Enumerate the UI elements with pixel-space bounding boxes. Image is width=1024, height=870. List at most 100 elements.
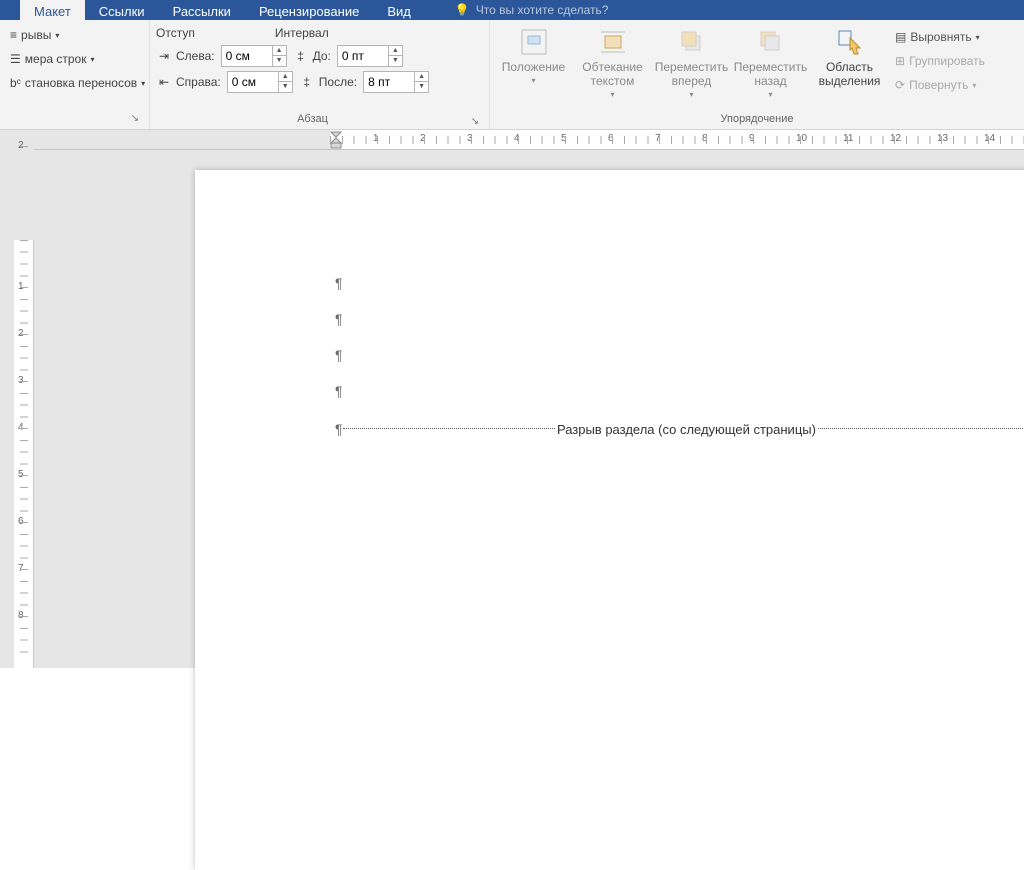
align-button[interactable]: ▤ Выровнять ▾	[891, 26, 989, 48]
position-button[interactable]: Положение▾	[496, 24, 571, 109]
chevron-up-icon[interactable]: ▲	[273, 46, 286, 56]
pilcrow-icon: ¶	[335, 421, 343, 437]
align-icon: ▤	[895, 30, 906, 44]
spacing-after-label: После:	[319, 75, 357, 89]
bring-forward-label: Переместить вперед	[654, 60, 729, 88]
selection-pane-label: Область выделения	[812, 60, 887, 88]
ribbon: ≡ рывы ▾ ☰ мера строк ▾ bᶜ становка пере…	[0, 20, 1024, 130]
chevron-down-icon: ▾	[976, 33, 980, 42]
indent-right-input[interactable]	[228, 72, 278, 92]
document-page[interactable]: ¶ ¶ ¶ ¶ ¶ Разрыв раздела (со следующей с…	[195, 170, 1024, 870]
line-numbers-icon: ☰	[10, 52, 21, 66]
spacing-after-input[interactable]	[364, 72, 414, 92]
dialog-launcher-icon[interactable]: ↘	[469, 112, 483, 126]
rotate-icon: ⟳	[895, 78, 905, 92]
section-break-line	[343, 428, 555, 430]
spacing-before-icon: ‡	[293, 48, 309, 64]
wrap-text-icon	[597, 26, 629, 58]
spacing-after-icon: ‡	[299, 74, 315, 90]
chevron-down-icon: ▾	[531, 74, 535, 88]
selection-pane-icon	[834, 26, 866, 58]
hyphenation-label: становка переносов	[25, 76, 137, 90]
paragraph-group-label: Абзац	[156, 109, 469, 129]
tell-me-search[interactable]: 💡 Что вы хотите сделать?	[425, 0, 609, 20]
pilcrow-icon: ¶	[335, 347, 343, 363]
ribbon-tabbar: Макет Ссылки Рассылки Рецензирование Вид…	[0, 0, 1024, 20]
bring-forward-button[interactable]: Переместить вперед▾	[654, 24, 729, 109]
spacing-after-spinner[interactable]: ▲▼	[363, 71, 429, 93]
indent-left-icon: ⇥	[156, 48, 172, 64]
horizontal-ruler[interactable]: ⌐ 321123456789101112131415	[34, 130, 1024, 150]
rotate-button[interactable]: ⟳ Повернуть ▾	[891, 74, 989, 96]
spacing-before-spinner[interactable]: ▲▼	[337, 45, 403, 67]
wrap-text-label: Обтекание текстом	[575, 60, 650, 88]
group-icon: ⊞	[895, 54, 905, 68]
arrange-group-label: Упорядочение	[496, 109, 1018, 129]
indent-left-label: Слева:	[176, 49, 215, 63]
selection-pane-button[interactable]: Область выделения	[812, 24, 887, 109]
indent-right-spinner[interactable]: ▲▼	[227, 71, 293, 93]
chevron-up-icon[interactable]: ▲	[389, 46, 402, 56]
indent-right-icon: ⇤	[156, 74, 172, 90]
indent-title: Отступ	[156, 26, 195, 40]
vertical-ruler[interactable]: 2112345678	[14, 150, 34, 668]
group-button[interactable]: ⊞ Группировать	[891, 50, 989, 72]
chevron-down-icon[interactable]: ▼	[389, 56, 402, 66]
breaks-label: рывы	[21, 28, 51, 42]
group-page-setup-partial: ≡ рывы ▾ ☰ мера строк ▾ bᶜ становка пере…	[0, 20, 150, 129]
tab-mailings[interactable]: Рассылки	[159, 0, 245, 20]
pilcrow-icon: ¶	[335, 275, 343, 291]
send-backward-label: Переместить назад	[733, 60, 808, 88]
breaks-button[interactable]: ≡ рывы ▾	[6, 24, 149, 46]
tab-layout[interactable]: Макет	[20, 0, 85, 20]
chevron-down-icon[interactable]: ▼	[279, 82, 292, 92]
send-backward-button[interactable]: Переместить назад▾	[733, 24, 808, 109]
send-backward-icon	[755, 26, 787, 58]
section-break-label: Разрыв раздела (со следующей страницы)	[555, 422, 818, 437]
chevron-down-icon: ▾	[55, 31, 59, 40]
group-arrange: Положение▾ Обтекание текстом▾ Переместит…	[490, 20, 1024, 129]
chevron-down-icon: ▾	[90, 55, 94, 64]
chevron-down-icon: ▾	[141, 79, 145, 88]
chevron-down-icon[interactable]: ▼	[273, 56, 286, 66]
indent-marker-icon[interactable]	[330, 130, 340, 150]
hyphenation-icon: bᶜ	[10, 76, 21, 90]
pilcrow-icon: ¶	[335, 311, 343, 327]
section-break-line	[818, 428, 1024, 430]
line-numbers-button[interactable]: ☰ мера строк ▾	[6, 48, 149, 70]
ruler-margin-shade	[14, 150, 34, 240]
chevron-down-icon: ▾	[689, 88, 693, 102]
wrap-text-button[interactable]: Обтекание текстом▾	[575, 24, 650, 109]
bring-forward-icon	[676, 26, 708, 58]
hyphenation-button[interactable]: bᶜ становка переносов ▾	[6, 72, 149, 94]
lightbulb-icon: 💡	[455, 3, 470, 17]
dialog-launcher-icon[interactable]: ↘	[129, 109, 143, 123]
group-paragraph: Отступ Интервал ⇥Слева: ▲▼ ‡До: ▲▼ ⇤Спра…	[150, 20, 490, 129]
document-workspace: ⌐ 321123456789101112131415 2112345678 ¶ …	[0, 130, 1024, 668]
pilcrow-icon: ¶	[335, 383, 343, 399]
position-label: Положение	[502, 60, 565, 74]
tab-view[interactable]: Вид	[373, 0, 425, 20]
chevron-down-icon: ▾	[972, 81, 976, 90]
indent-left-input[interactable]	[222, 46, 272, 66]
chevron-down-icon[interactable]: ▼	[415, 82, 428, 92]
tab-references[interactable]: Ссылки	[85, 0, 159, 20]
chevron-down-icon: ▾	[768, 88, 772, 102]
group-objects-label: Группировать	[909, 54, 985, 68]
indent-right-label: Справа:	[176, 75, 221, 89]
spacing-title: Интервал	[275, 26, 329, 40]
page-content[interactable]: ¶ ¶ ¶ ¶ ¶ Разрыв раздела (со следующей с…	[195, 170, 1024, 439]
ruler-margin-shade	[34, 130, 330, 150]
tell-me-placeholder: Что вы хотите сделать?	[476, 3, 609, 17]
spacing-before-input[interactable]	[338, 46, 388, 66]
chevron-up-icon[interactable]: ▲	[279, 72, 292, 82]
rotate-label: Повернуть	[909, 78, 968, 92]
section-break-marker: ¶ Разрыв раздела (со следующей страницы)	[335, 419, 1024, 439]
tab-review[interactable]: Рецензирование	[245, 0, 373, 20]
chevron-up-icon[interactable]: ▲	[415, 72, 428, 82]
chevron-down-icon: ▾	[610, 88, 614, 102]
position-icon	[518, 26, 550, 58]
spacing-before-label: До:	[313, 49, 331, 63]
line-numbers-label: мера строк	[25, 52, 87, 66]
indent-left-spinner[interactable]: ▲▼	[221, 45, 287, 67]
